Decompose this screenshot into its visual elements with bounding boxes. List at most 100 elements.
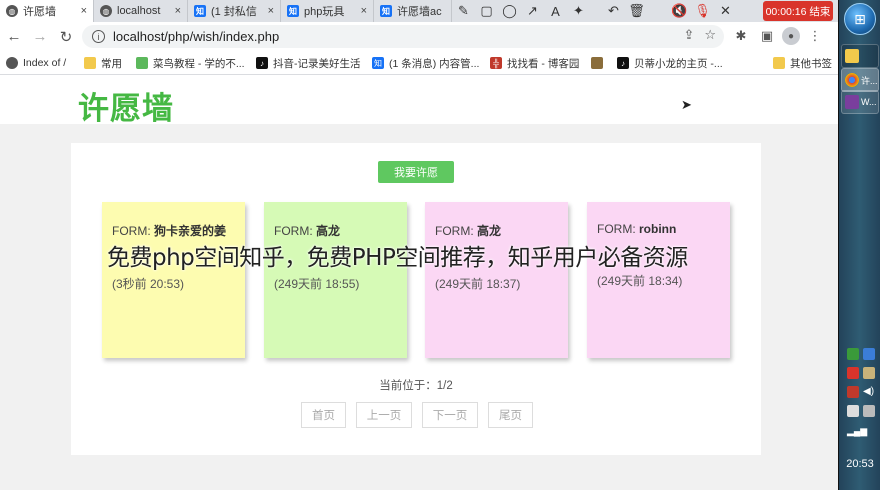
recording-stop-button[interactable]: 00:00:16 结束 bbox=[763, 1, 833, 21]
reload-icon[interactable]: ↻ bbox=[54, 25, 78, 49]
back-icon[interactable]: ← bbox=[2, 25, 26, 49]
folder-icon bbox=[773, 57, 785, 69]
bookmark-folder-common[interactable]: 常用 bbox=[84, 55, 126, 71]
folder-icon bbox=[845, 49, 859, 63]
card-author: FORM: 高龙 bbox=[435, 222, 558, 239]
wish-wall-panel: 我要许愿 FORM: 狗卡亲爱的姜 (3秒前 20:53) FORM: 高龙 (… bbox=[71, 143, 761, 455]
separator bbox=[590, 0, 602, 22]
bookmark-cnblogs[interactable]: ╬ 找找看 - 博客园 bbox=[490, 55, 580, 71]
close-icon[interactable]: × bbox=[81, 5, 87, 17]
taskbar-chrome[interactable]: 许... bbox=[841, 68, 879, 92]
taskbar-word[interactable]: W... bbox=[841, 90, 879, 114]
wish-card[interactable]: FORM: 高龙 (249天前 18:55) bbox=[264, 202, 407, 358]
trash-icon[interactable]: 🗑 bbox=[625, 0, 648, 22]
bookmark-label: (1 条消息) 内容管... bbox=[389, 57, 480, 70]
bookmark-douyin-profile[interactable]: ♪ 贝蒂小龙的主页 -... bbox=[617, 55, 727, 71]
menu-icon[interactable]: ⋮ bbox=[804, 25, 826, 47]
folder-icon bbox=[84, 57, 96, 69]
browser-toolbar: ← → ↻ i localhost/php/wish/index.php ⇪ ☆… bbox=[0, 22, 838, 51]
tab-zhihu-messages[interactable]: 知 (1 封私信 × bbox=[188, 0, 281, 22]
card-author: FORM: 高龙 bbox=[274, 222, 397, 239]
tab-label: localhost bbox=[117, 5, 161, 17]
page-header: 许愿墙 ➤ bbox=[0, 76, 838, 127]
tray-app-icon[interactable] bbox=[847, 386, 859, 398]
site-title: 许愿墙 bbox=[78, 91, 174, 127]
chrome-icon bbox=[845, 73, 859, 87]
wish-card[interactable]: FORM: 狗卡亲爱的姜 (3秒前 20:53) bbox=[102, 202, 245, 358]
taskbar-label: 许... bbox=[861, 75, 878, 86]
start-button[interactable]: ⊞ bbox=[844, 3, 876, 35]
speaker-muted-icon[interactable]: 🔇 bbox=[668, 0, 691, 22]
browser-window: ◍ 许愿墙 × ◍ localhost × 知 (1 封私信 × 知 php玩具… bbox=[0, 0, 838, 490]
zhihu-icon: 知 bbox=[372, 57, 384, 69]
pencil-icon[interactable]: ✎ bbox=[452, 0, 475, 22]
close-icon[interactable]: ✕ bbox=[714, 0, 737, 22]
bookmark-label: 常用 bbox=[101, 57, 122, 70]
card-time: (3秒前 20:53) bbox=[112, 277, 185, 291]
bookmark-star-icon[interactable]: ☆ bbox=[704, 27, 716, 43]
tab-wish-wall-ac[interactable]: 知 许愿墙ac bbox=[374, 0, 452, 22]
bookmark-douyin[interactable]: ♪ 抖音-记录美好生活 bbox=[256, 55, 362, 71]
make-wish-button[interactable]: 我要许愿 bbox=[378, 161, 454, 183]
tray-app-icon[interactable] bbox=[863, 367, 875, 379]
url-text[interactable]: localhost/php/wish/index.php bbox=[113, 29, 279, 44]
bookmark-folder-other[interactable]: 其他书签 bbox=[773, 55, 835, 71]
wish-card[interactable]: FORM: robinn (249天前 18:34) bbox=[587, 202, 730, 358]
arrow-icon[interactable]: ↗ bbox=[521, 0, 544, 22]
side-panel-icon[interactable]: ▣ bbox=[756, 25, 778, 47]
tab-label: php玩具 bbox=[304, 6, 345, 18]
close-icon[interactable]: × bbox=[361, 5, 367, 17]
author-name: 高龙 bbox=[316, 224, 341, 238]
bookmark-runoob[interactable]: 菜鸟教程 - 学的不... bbox=[136, 55, 246, 71]
zhihu-icon: 知 bbox=[194, 5, 206, 17]
zhihu-icon: 知 bbox=[287, 5, 299, 17]
tray-app-icon[interactable] bbox=[847, 367, 859, 379]
profile-avatar[interactable]: ● bbox=[782, 27, 800, 45]
tray-device-icon[interactable] bbox=[847, 405, 859, 417]
next-page-button[interactable]: 下一页 bbox=[422, 402, 478, 428]
magic-wand-icon[interactable]: ✦ bbox=[567, 0, 590, 22]
app-icon bbox=[845, 95, 859, 109]
tab-wish-wall[interactable]: ◍ 许愿墙 × bbox=[0, 0, 94, 22]
bookmark-zhihu[interactable]: 知 (1 条消息) 内容管... bbox=[372, 55, 480, 71]
tab-localhost[interactable]: ◍ localhost × bbox=[94, 0, 188, 22]
tab-label: (1 封私信 bbox=[211, 6, 257, 18]
zhihu-icon: 知 bbox=[380, 5, 392, 17]
share-icon[interactable]: ⇪ bbox=[683, 27, 694, 43]
circle-icon[interactable]: ◯ bbox=[498, 0, 521, 22]
bookmark-label: 抖音-记录美好生活 bbox=[273, 57, 361, 70]
taskbar-label: W... bbox=[861, 97, 877, 107]
bookmarks-bar: Index of / 常用 菜鸟教程 - 学的不... ♪ 抖音-记录美好生活 … bbox=[0, 51, 838, 75]
extensions-icon[interactable]: ✱ bbox=[730, 25, 752, 47]
info-icon[interactable]: i bbox=[92, 30, 105, 43]
tray-nvidia-icon[interactable] bbox=[847, 348, 859, 360]
wish-card[interactable]: FORM: 高龙 (249天前 18:37) bbox=[425, 202, 568, 358]
author-name: 狗卡亲爱的姜 bbox=[154, 224, 227, 238]
bookmark-index[interactable]: Index of / bbox=[6, 55, 72, 71]
windows-taskbar: ⊞ 许... W... ◀) ▂▄▆ 20:53 bbox=[838, 0, 880, 490]
mouse-cursor-icon: ➤ bbox=[681, 97, 692, 112]
bookmark-unnamed[interactable] bbox=[591, 55, 607, 71]
card-time: (249天前 18:55) bbox=[274, 277, 360, 291]
taskbar-explorer[interactable] bbox=[841, 44, 879, 68]
close-icon[interactable]: × bbox=[268, 5, 274, 17]
volume-icon[interactable]: ◀) bbox=[863, 386, 875, 398]
close-icon[interactable]: × bbox=[175, 5, 181, 17]
tab-php-toys[interactable]: 知 php玩具 × bbox=[281, 0, 374, 22]
tray-app-icon[interactable] bbox=[863, 405, 875, 417]
last-page-button[interactable]: 尾页 bbox=[488, 402, 533, 428]
tray-app-icon[interactable] bbox=[863, 348, 875, 360]
cnblogs-icon: ╬ bbox=[490, 57, 502, 69]
rectangle-icon[interactable]: ▢ bbox=[475, 0, 498, 22]
forward-icon[interactable]: → bbox=[28, 25, 52, 49]
runoob-icon bbox=[136, 57, 148, 69]
first-page-button[interactable]: 首页 bbox=[301, 402, 346, 428]
taskbar-clock[interactable]: 20:53 bbox=[839, 458, 880, 470]
text-icon[interactable]: A bbox=[544, 0, 567, 22]
network-icon[interactable]: ▂▄▆ bbox=[847, 426, 867, 438]
bookmark-label: 菜鸟教程 - 学的不... bbox=[153, 57, 245, 70]
address-bar[interactable]: i localhost/php/wish/index.php ⇪ ☆ bbox=[82, 25, 724, 48]
prev-page-button[interactable]: 上一页 bbox=[356, 402, 412, 428]
microphone-muted-icon[interactable]: 🎙 bbox=[691, 0, 714, 22]
undo-icon[interactable]: ↶ bbox=[602, 0, 625, 22]
